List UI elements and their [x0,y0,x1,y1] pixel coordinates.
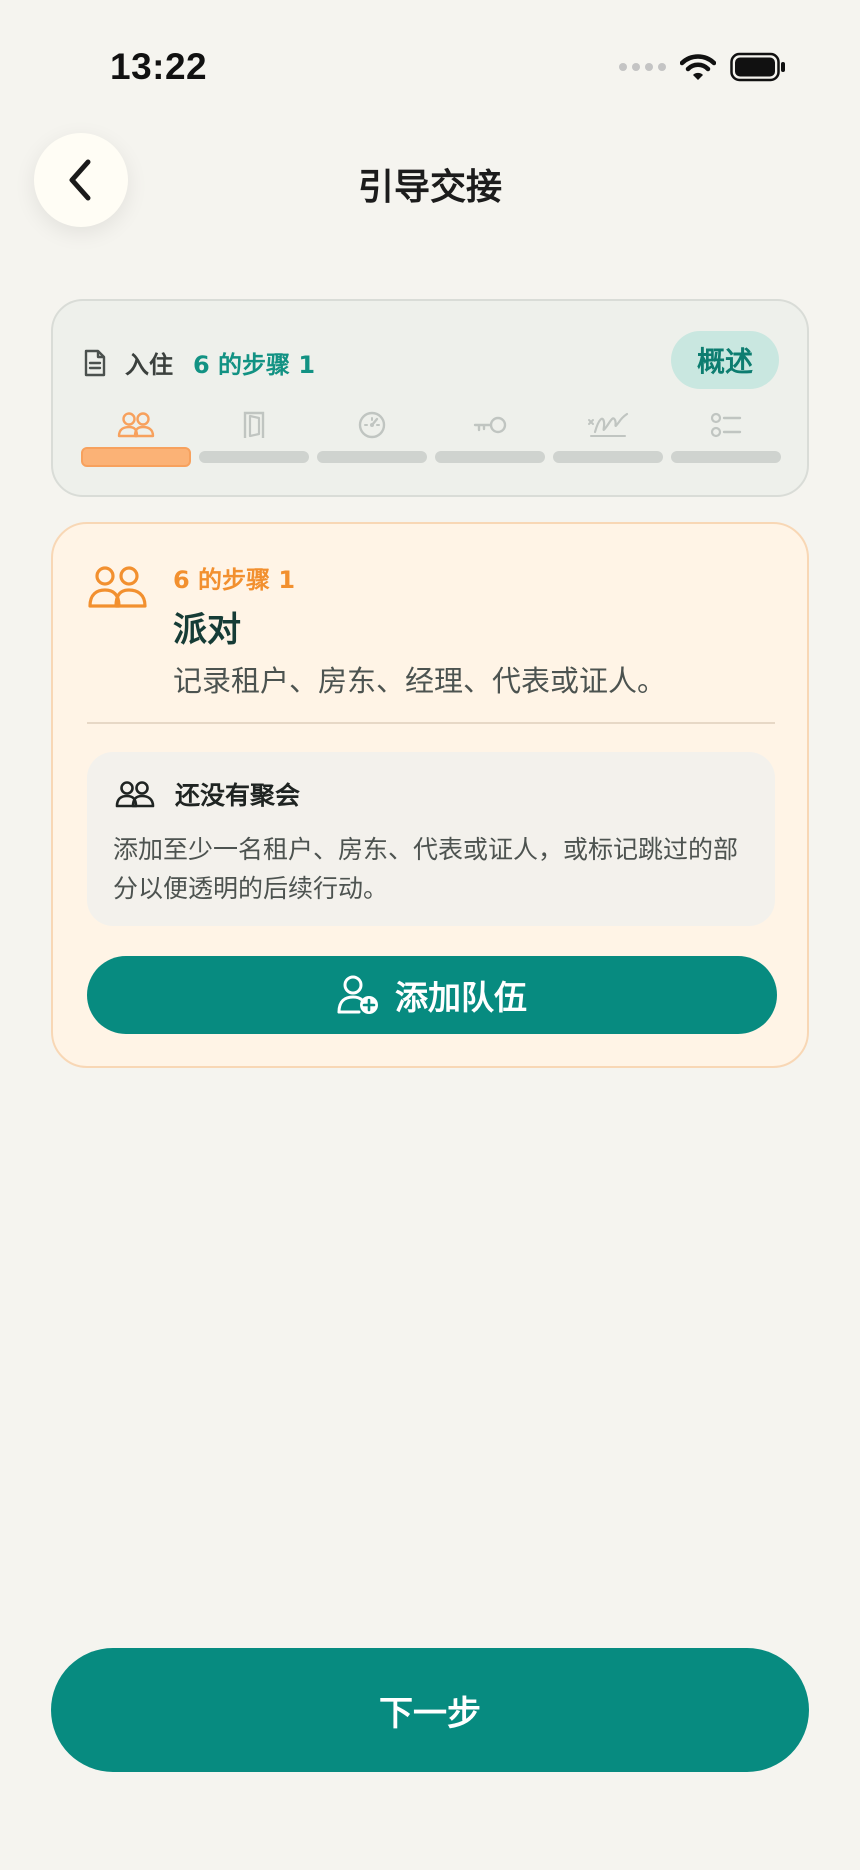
step-bar [317,451,427,463]
door-icon [243,411,265,438]
step-card: 6 的步骤 1 派对 记录租户、房东、经理、代表或证人。 还没有聚会 添加至少一… [51,522,809,1068]
divider [87,722,775,724]
progress-card: 入住 6 的步骤 1 概述 [51,299,809,497]
step-signature[interactable] [553,409,663,467]
step-indicator [81,409,781,467]
add-party-button[interactable]: 添加队伍 [87,956,777,1034]
add-party-label: 添加队伍 [395,978,527,1017]
empty-state-title: 还没有聚会 [175,781,301,810]
progress-section-label: 入住 [125,351,173,379]
document-icon [84,349,106,376]
people-icon [117,412,155,438]
cellular-signal-icon [619,63,666,71]
add-person-icon [337,975,378,1014]
status-time: 13:22 [110,46,208,87]
step-summary[interactable] [671,409,781,467]
step-rooms[interactable] [199,409,309,467]
empty-state-text: 添加至少一名租户、房东、代表或证人，或标记跳过的部分以便透明的后续行动。 [113,835,739,903]
battery-icon [730,52,785,82]
people-icon [115,781,155,808]
step-parties[interactable] [81,409,191,467]
meter-icon [358,411,386,439]
status-bar: 13:22 [0,0,860,120]
step-bar [553,451,663,463]
step-count: 6 的步骤 1 [173,566,296,594]
step-description: 记录租户、房东、经理、代表或证人。 [173,664,667,698]
overview-button[interactable]: 概述 [671,331,779,389]
status-icons [619,52,786,82]
step-bar [199,451,309,463]
step-meters[interactable] [317,409,427,467]
wifi-icon [680,54,716,80]
signature-icon [588,412,629,437]
next-button[interactable]: 下一步 [51,1648,809,1772]
step-title: 派对 [173,610,241,650]
page-title: 引导交接 [357,167,502,208]
step-bar [435,451,545,463]
step-keys[interactable] [435,409,545,467]
progress-header: 入住 6 的步骤 1 [83,345,315,380]
step-bar [81,447,191,467]
key-icon [473,416,507,434]
step-bar [671,451,781,463]
progress-step-text: 6 的步骤 1 [193,351,316,379]
checklist-icon [710,412,742,438]
people-icon [88,566,147,608]
empty-state: 还没有聚会 添加至少一名租户、房东、代表或证人，或标记跳过的部分以便透明的后续行… [87,752,775,926]
